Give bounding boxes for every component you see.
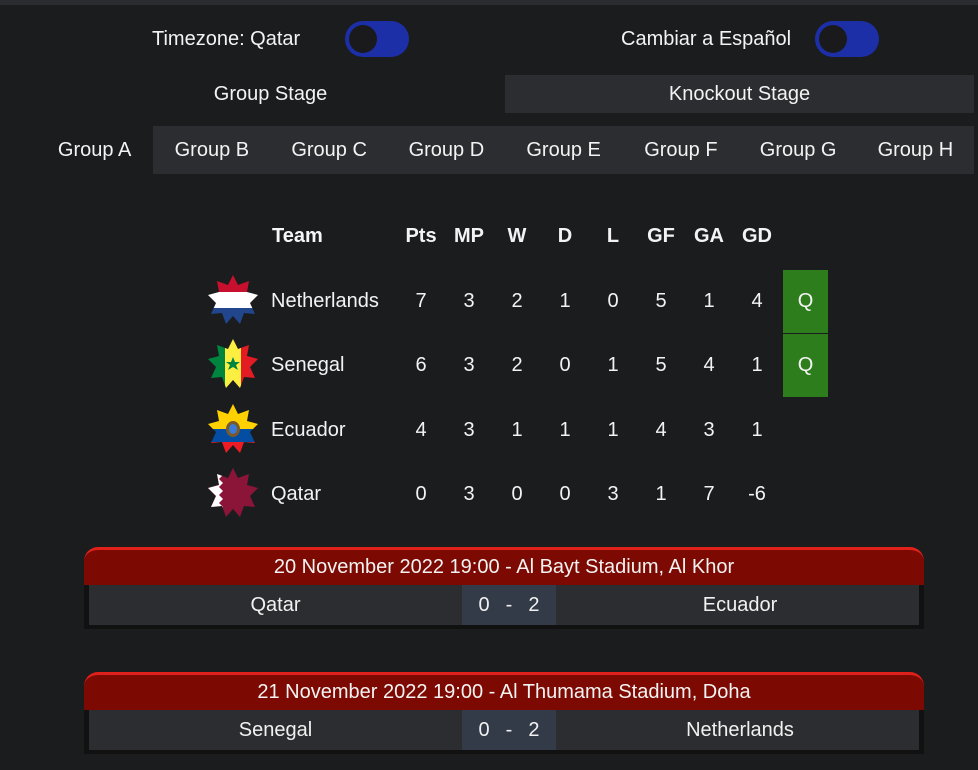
stat-ga: 1 — [703, 290, 715, 312]
stat-gf: 4 — [655, 419, 667, 441]
team-name: Netherlands — [271, 290, 379, 312]
stat-l: 1 — [607, 354, 619, 376]
stat-l: 0 — [607, 290, 619, 312]
timezone-toggle-row: Timezone: Qatar — [152, 20, 410, 58]
team-name: Ecuador — [271, 419, 346, 441]
stat-d: 1 — [559, 290, 571, 312]
stat-mp: 3 — [463, 419, 475, 441]
stat-gf: 5 — [655, 354, 667, 376]
away-team: Netherlands — [686, 718, 794, 741]
stat-l: 3 — [607, 483, 619, 505]
qualified-badge: Q — [783, 334, 828, 397]
stat-w: 2 — [511, 290, 523, 312]
header-ga: GA — [694, 225, 724, 247]
stat-pts: 6 — [415, 354, 427, 376]
tab-group-h[interactable]: Group H — [857, 126, 974, 174]
stat-mp: 3 — [463, 483, 475, 505]
timezone-toggle[interactable] — [345, 21, 410, 57]
group-tabs: Group A Group B Group C Group D Group E … — [36, 126, 974, 174]
top-strip — [0, 0, 978, 5]
tab-knockout-stage[interactable]: Knockout Stage — [505, 75, 974, 113]
tab-group-g[interactable]: Group G — [740, 126, 857, 174]
score-separator: - — [505, 718, 513, 741]
stat-d: 0 — [559, 354, 571, 376]
home-score: 0 — [478, 593, 490, 616]
header-pts: Pts — [405, 225, 437, 247]
away-score: 2 — [528, 718, 540, 741]
stat-d: 1 — [559, 419, 571, 441]
language-toggle[interactable] — [815, 21, 880, 57]
header-l: L — [606, 225, 620, 247]
stat-w: 1 — [511, 419, 523, 441]
away-score: 2 — [528, 593, 540, 616]
tab-group-e[interactable]: Group E — [505, 126, 622, 174]
stage-tabs: Group Stage Knockout Stage — [36, 75, 974, 113]
header-mp: MP — [454, 225, 484, 247]
stat-pts: 0 — [415, 483, 427, 505]
stat-ga: 3 — [703, 419, 715, 441]
language-toggle-row: Cambiar a Español — [621, 20, 880, 58]
tab-group-f[interactable]: Group F — [622, 126, 739, 174]
netherlands-flag-icon — [208, 275, 258, 324]
stat-l: 1 — [607, 419, 619, 441]
toggle-knob — [349, 25, 378, 53]
match-score: 0 - 2 — [462, 710, 556, 750]
qatar-flag-icon — [208, 468, 258, 517]
timezone-label: Timezone: Qatar — [152, 27, 301, 50]
stat-w: 0 — [511, 483, 523, 505]
qualified-badge: Q — [783, 270, 828, 333]
home-team: Qatar — [250, 593, 301, 616]
header-d: D — [557, 225, 573, 247]
stat-gd: -6 — [748, 483, 766, 505]
stat-ga: 4 — [703, 354, 715, 376]
match-body: Qatar 0 - 2 Ecuador — [84, 585, 924, 629]
header-gf: GF — [647, 225, 675, 247]
stat-mp: 3 — [463, 290, 475, 312]
match-card[interactable]: 20 November 2022 19:00 - Al Bayt Stadium… — [84, 547, 924, 633]
score-separator: - — [505, 593, 513, 616]
home-score: 0 — [478, 718, 490, 741]
tab-group-stage[interactable]: Group Stage — [36, 75, 505, 113]
match-card[interactable]: 21 November 2022 19:00 - Al Thumama Stad… — [84, 672, 924, 758]
stat-pts: 7 — [415, 290, 427, 312]
ecuador-flag-icon — [208, 404, 258, 453]
header-team: Team — [272, 225, 323, 247]
language-label: Cambiar a Español — [621, 27, 792, 50]
home-team: Senegal — [238, 718, 313, 741]
stat-gf: 1 — [655, 483, 667, 505]
tab-group-a[interactable]: Group A — [36, 126, 154, 174]
header-w: W — [507, 225, 527, 247]
team-name: Senegal — [271, 354, 345, 376]
tab-group-c[interactable]: Group C — [271, 126, 388, 174]
stat-gd: 4 — [751, 290, 763, 312]
stat-mp: 3 — [463, 354, 475, 376]
stat-gd: 1 — [751, 354, 763, 376]
tab-group-b[interactable]: Group B — [153, 126, 270, 174]
stat-d: 0 — [559, 483, 571, 505]
match-header: 21 November 2022 19:00 - Al Thumama Stad… — [84, 672, 924, 710]
match-score: 0 - 2 — [462, 585, 556, 625]
stat-ga: 7 — [703, 483, 715, 505]
stat-gd: 1 — [751, 419, 763, 441]
match-body: Senegal 0 - 2 Netherlands — [84, 710, 924, 754]
stat-gf: 5 — [655, 290, 667, 312]
stat-pts: 4 — [415, 419, 427, 441]
tab-group-d[interactable]: Group D — [388, 126, 505, 174]
toggle-knob — [819, 25, 848, 53]
away-team: Ecuador — [702, 593, 778, 616]
header-gd: GD — [742, 225, 772, 247]
team-name: Qatar — [271, 483, 322, 505]
stat-w: 2 — [511, 354, 523, 376]
senegal-flag-icon — [208, 339, 258, 388]
match-header: 20 November 2022 19:00 - Al Bayt Stadium… — [84, 547, 924, 585]
